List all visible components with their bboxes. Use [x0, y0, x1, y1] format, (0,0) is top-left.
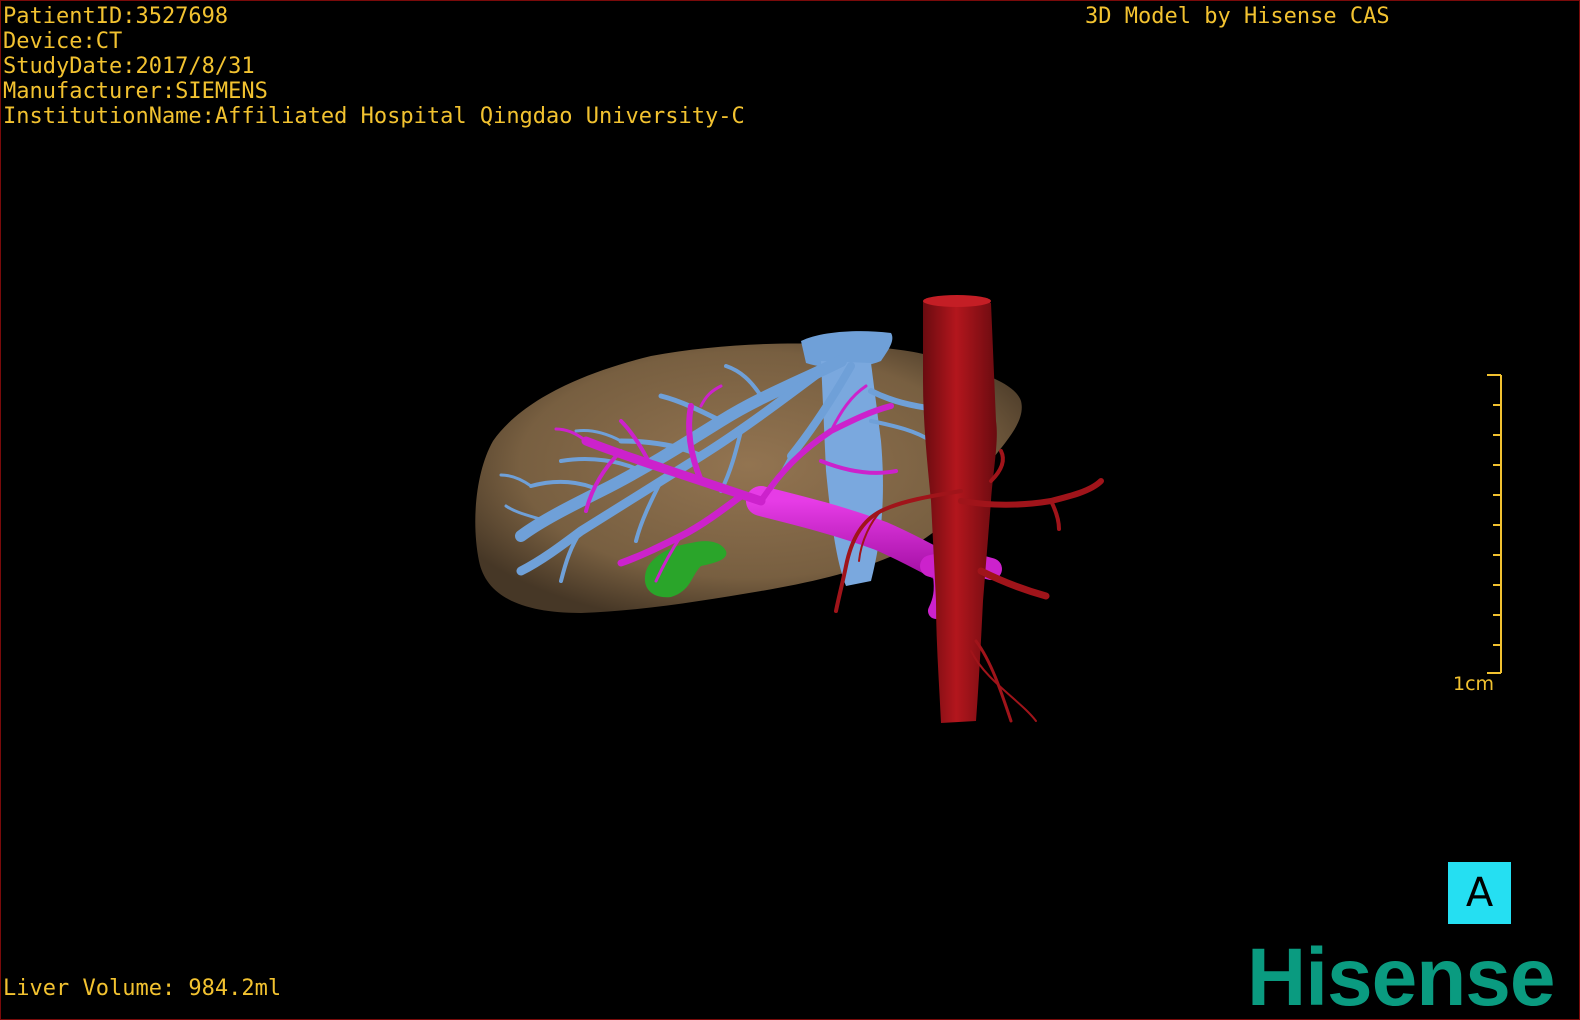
scale-bar-label: 1cm — [1453, 673, 1495, 695]
manufacturer-text: Manufacturer:SIEMENS — [3, 79, 268, 104]
institution-name-text: InstitutionName:Affiliated Hospital Qing… — [3, 104, 745, 129]
liver-3d-model[interactable] — [1, 1, 1580, 1020]
3d-render-viewport[interactable]: PatientID:3527698 Device:CT StudyDate:20… — [0, 0, 1580, 1020]
liver-volume-text: Liver Volume: 984.2ml — [3, 976, 282, 1001]
scale-bar — [1487, 374, 1502, 674]
model-credit-text: 3D Model by Hisense CAS — [1085, 4, 1390, 29]
patient-id-text: PatientID:3527698 — [3, 4, 229, 29]
device-text: Device:CT — [3, 29, 123, 54]
hisense-logo: Hisense — [1247, 932, 1556, 1020]
study-date-text: StudyDate:2017/8/31 — [3, 54, 255, 79]
orientation-anterior-button[interactable]: A — [1448, 862, 1511, 924]
